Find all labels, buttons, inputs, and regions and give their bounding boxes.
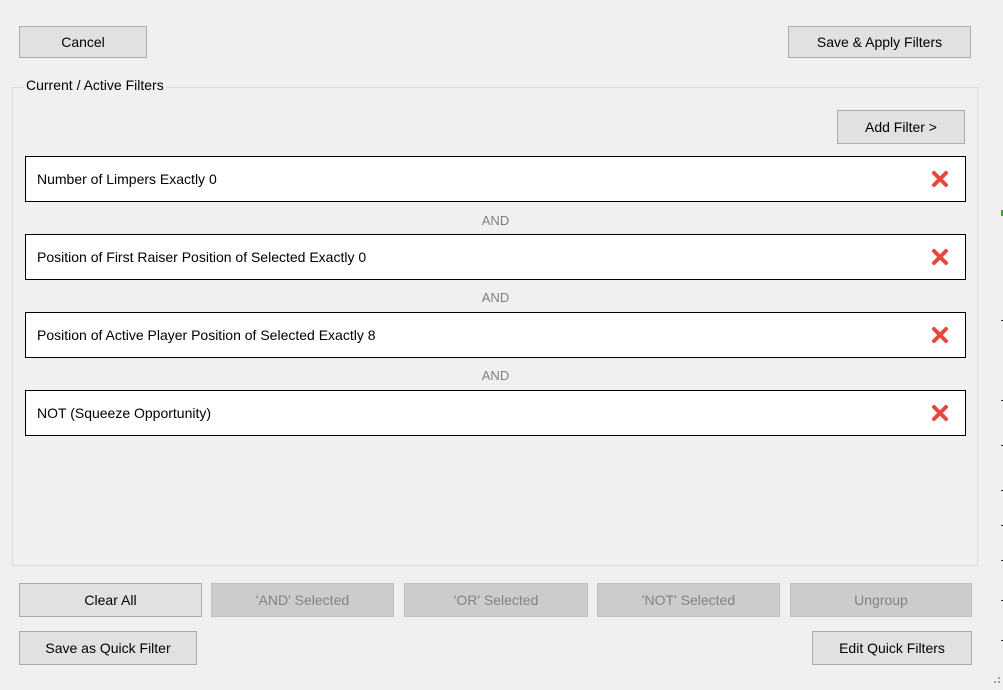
background-window-strip	[0, 684, 1003, 690]
close-x-icon[interactable]	[931, 170, 949, 188]
cancel-button[interactable]: Cancel	[19, 26, 147, 58]
ungroup-button[interactable]: Ungroup	[790, 583, 972, 617]
filter-text: Position of First Raiser Position of Sel…	[37, 249, 367, 265]
clear-all-button[interactable]: Clear All	[19, 583, 202, 617]
add-filter-button[interactable]: Add Filter >	[837, 110, 965, 144]
filter-text: NOT (Squeeze Opportunity)	[37, 405, 212, 421]
filter-row[interactable]: Number of Limpers Exactly 0	[25, 156, 966, 202]
close-x-icon[interactable]	[931, 248, 949, 266]
and-connector: AND	[481, 290, 510, 305]
filter-row[interactable]: NOT (Squeeze Opportunity)	[25, 390, 966, 436]
active-filters-group-title: Current / Active Filters	[24, 77, 166, 93]
close-x-icon[interactable]	[931, 326, 949, 344]
filter-row[interactable]: Position of Active Player Position of Se…	[25, 312, 966, 358]
save-as-quick-filter-button[interactable]: Save as Quick Filter	[19, 631, 197, 665]
or-selected-button[interactable]: 'OR' Selected	[404, 583, 588, 617]
close-x-icon[interactable]	[931, 404, 949, 422]
filter-text: Number of Limpers Exactly 0	[37, 171, 217, 187]
filter-text: Position of Active Player Position of Se…	[37, 327, 376, 343]
and-connector: AND	[481, 368, 510, 383]
and-selected-button[interactable]: 'AND' Selected	[211, 583, 394, 617]
not-selected-button[interactable]: 'NOT' Selected	[597, 583, 780, 617]
save-apply-filters-button[interactable]: Save & Apply Filters	[788, 26, 971, 58]
and-connector: AND	[481, 213, 510, 228]
edit-quick-filters-button[interactable]: Edit Quick Filters	[812, 631, 972, 665]
filter-row[interactable]: Position of First Raiser Position of Sel…	[25, 234, 966, 280]
